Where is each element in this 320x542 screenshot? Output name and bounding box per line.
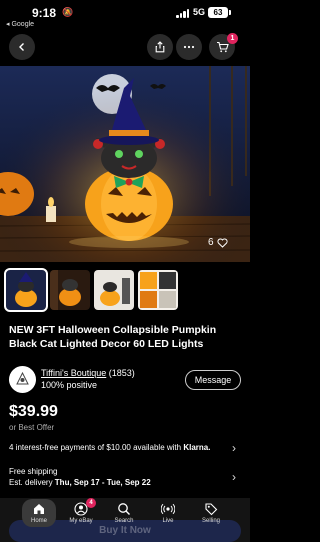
heart-icon[interactable] bbox=[217, 237, 228, 248]
status-bar: 9:18 🔕 ◂ Google 5G 63 bbox=[0, 0, 250, 30]
delivery-prefix: Est. delivery bbox=[9, 478, 55, 487]
nav-my-ebay-label: My eBay bbox=[69, 518, 93, 524]
installments-chevron-icon[interactable]: › bbox=[232, 441, 236, 455]
home-icon bbox=[34, 504, 44, 514]
share-icon bbox=[155, 41, 165, 53]
battery-tip bbox=[229, 10, 231, 15]
installments-row[interactable]: 4 interest-free payments of $10.00 avail… bbox=[9, 443, 210, 452]
more-options-button[interactable] bbox=[176, 34, 202, 60]
back-button[interactable] bbox=[9, 34, 35, 60]
battery-icon: 63 bbox=[208, 7, 228, 18]
shipping-row[interactable]: Free shipping Est. delivery Thu, Sep 17 … bbox=[9, 466, 151, 488]
nav-home[interactable]: Home bbox=[19, 502, 59, 524]
search-icon bbox=[118, 503, 130, 515]
nav-live[interactable]: Live bbox=[148, 502, 188, 524]
thumbnail-strip bbox=[0, 268, 250, 312]
thumbnail-image bbox=[6, 270, 46, 310]
price: $39.99 bbox=[9, 403, 58, 420]
thumbnail-2[interactable] bbox=[50, 270, 90, 310]
silent-bell-icon: 🔕 bbox=[62, 7, 74, 17]
chevron-left-icon bbox=[19, 43, 24, 51]
thumbnail-3[interactable] bbox=[94, 270, 134, 310]
cart-icon bbox=[216, 41, 229, 53]
seller-positive-feedback: 100% positive bbox=[41, 380, 98, 390]
thumbnail-image bbox=[138, 270, 178, 310]
thumbnail-image bbox=[94, 270, 134, 310]
product-main-image[interactable] bbox=[0, 66, 250, 262]
photo-count-value: 6 bbox=[208, 237, 214, 248]
seller-logo bbox=[9, 366, 36, 393]
seller-avatar[interactable] bbox=[9, 366, 36, 393]
share-button[interactable] bbox=[147, 34, 173, 60]
tag-icon bbox=[205, 503, 218, 516]
live-broadcast-icon bbox=[161, 503, 175, 515]
klarna-label: Klarna. bbox=[183, 443, 211, 452]
message-seller-button[interactable]: Message bbox=[185, 370, 241, 390]
network-label: 5G bbox=[193, 7, 206, 17]
nav-selling[interactable]: Selling bbox=[191, 502, 231, 524]
nav-home-label: Home bbox=[30, 518, 47, 524]
delivery-dates: Thu, Sep 17 - Tue, Sep 22 bbox=[54, 478, 151, 487]
thumbnail-image bbox=[50, 270, 90, 310]
my-ebay-badge: 4 bbox=[86, 498, 96, 508]
cart-count-badge: 1 bbox=[227, 33, 238, 44]
photo-count-badge[interactable]: 6 bbox=[208, 237, 228, 248]
nav-live-label: Live bbox=[162, 518, 174, 524]
halloween-pumpkin-cat-image bbox=[0, 66, 250, 262]
nav-selling-label: Selling bbox=[201, 518, 220, 524]
listing-title: NEW 3FT Halloween Collapsible Pumpkin Bl… bbox=[9, 324, 217, 350]
back-to-app-link[interactable]: ◂ Google bbox=[6, 20, 34, 28]
installments-text: 4 interest-free payments of $10.00 avail… bbox=[9, 443, 184, 452]
seller-name-line[interactable]: Tiffini's Boutique (1853) bbox=[41, 368, 135, 378]
status-time: 9:18 bbox=[32, 6, 57, 20]
seller-name[interactable]: Tiffini's Boutique bbox=[41, 368, 106, 378]
best-offer-label: or Best Offer bbox=[9, 423, 55, 432]
thumbnail-4[interactable] bbox=[138, 270, 178, 310]
more-dots-icon bbox=[183, 45, 195, 49]
thumbnail-1[interactable] bbox=[4, 268, 48, 312]
shipping-label: Free shipping bbox=[9, 467, 58, 476]
nav-search[interactable]: Search bbox=[104, 502, 144, 524]
nav-search-label: Search bbox=[114, 518, 134, 524]
delivery-estimate: Est. delivery Thu, Sep 17 - Tue, Sep 22 bbox=[9, 477, 151, 488]
signal-icon bbox=[176, 9, 190, 18]
shipping-chevron-icon[interactable]: › bbox=[232, 470, 236, 484]
seller-feedback-count: (1853) bbox=[108, 368, 135, 378]
